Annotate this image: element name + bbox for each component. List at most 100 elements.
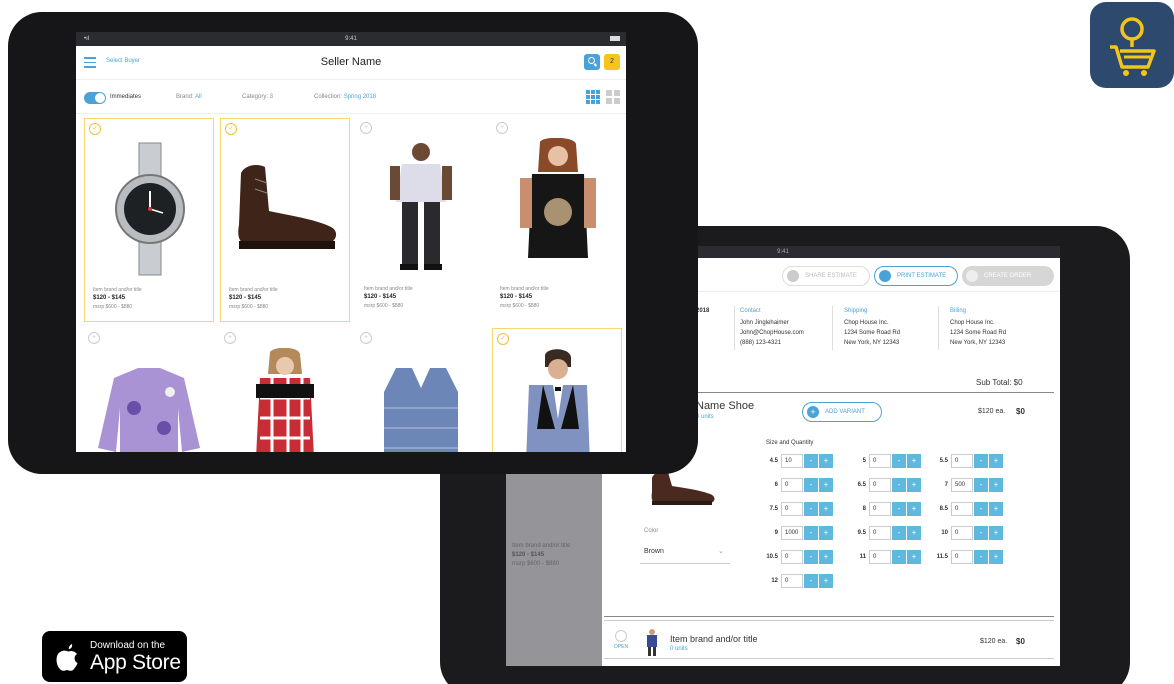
decrement-button[interactable]: -: [892, 550, 906, 564]
category-filter[interactable]: Category: 3: [242, 94, 273, 100]
watch-image: [95, 139, 205, 279]
contact-name: John Jinglehaimer: [740, 320, 789, 326]
dimmed-item-title: Item brand and/or title: [512, 543, 571, 549]
product-card[interactable]: + Item brand and/or title $120 - $145 msrp …: [356, 118, 486, 322]
checkmark-icon[interactable]: ✓: [225, 123, 237, 135]
decrement-button[interactable]: -: [892, 478, 906, 492]
item-row-line-total: $0: [1016, 637, 1025, 646]
product-card[interactable]: ✓ Item brand and/or title $120 - $145 msrp …: [220, 118, 350, 322]
product-card[interactable]: +: [84, 328, 214, 452]
decrement-button[interactable]: -: [804, 454, 818, 468]
share-estimate-button[interactable]: SHARE ESTIMATE: [782, 266, 870, 286]
decrement-button[interactable]: -: [804, 502, 818, 516]
order-date-text: 2018: [696, 308, 710, 314]
checkmark-icon[interactable]: ✓: [89, 123, 101, 135]
decrement-button[interactable]: -: [974, 502, 988, 516]
decrement-button[interactable]: -: [892, 454, 906, 468]
increment-button[interactable]: +: [819, 550, 833, 564]
decrement-button[interactable]: -: [804, 478, 818, 492]
increment-button[interactable]: +: [819, 502, 833, 516]
quantity-input[interactable]: 0: [951, 454, 973, 468]
quantity-input[interactable]: 0: [951, 526, 973, 540]
create-order-button[interactable]: CREATE ORDER: [962, 266, 1054, 286]
select-circle-icon[interactable]: +: [360, 122, 372, 134]
decrement-button[interactable]: -: [974, 550, 988, 564]
decrement-button[interactable]: -: [804, 574, 818, 588]
quantity-input[interactable]: 1000: [781, 526, 803, 540]
quantity-input[interactable]: 0: [951, 550, 973, 564]
quantity-input[interactable]: 10: [781, 454, 803, 468]
size-quantity-cell: 5.5 0- +: [934, 452, 1003, 470]
size-quantity-cell: 11 0- +: [852, 548, 921, 566]
cart-count-badge[interactable]: 2: [604, 54, 620, 70]
add-variant-button[interactable]: + ADD VARIANT: [802, 402, 882, 422]
billing-block: Billing Chop House Inc. 1234 Some Road R…: [950, 306, 1006, 348]
increment-button[interactable]: +: [819, 574, 833, 588]
decrement-button[interactable]: -: [892, 526, 906, 540]
quantity-input[interactable]: 0: [781, 550, 803, 564]
open-toggle[interactable]: OPEN: [610, 630, 632, 656]
billing-company: Chop House Inc.: [950, 320, 995, 326]
select-circle-icon[interactable]: +: [88, 332, 100, 344]
size-label: 4.5: [769, 458, 778, 464]
brand-filter[interactable]: Brand: All: [176, 94, 202, 100]
increment-button[interactable]: +: [907, 526, 921, 540]
product-card[interactable]: +: [220, 328, 350, 452]
quantity-input[interactable]: 500: [951, 478, 973, 492]
decrement-button[interactable]: -: [974, 478, 988, 492]
quantity-input[interactable]: 0: [781, 478, 803, 492]
quantity-input[interactable]: 0: [869, 550, 891, 564]
collection-filter[interactable]: Collection: Spring 2018: [314, 94, 376, 100]
product-card[interactable]: ✓ Item brand and/or title $120 - $145 msrp …: [84, 118, 214, 322]
increment-button[interactable]: +: [907, 478, 921, 492]
increment-button[interactable]: +: [989, 502, 1003, 516]
increment-button[interactable]: +: [989, 478, 1003, 492]
quantity-input[interactable]: 0: [951, 502, 973, 516]
product-price: $120 - $145: [229, 295, 262, 301]
sweater-vest-image: [366, 348, 476, 452]
quantity-input[interactable]: 0: [869, 478, 891, 492]
signal-icon: •ıl: [84, 36, 90, 42]
print-estimate-button[interactable]: PRINT ESTIMATE: [874, 266, 958, 286]
increment-button[interactable]: +: [819, 478, 833, 492]
increment-button[interactable]: +: [819, 526, 833, 540]
search-button[interactable]: [584, 54, 600, 70]
product-card[interactable]: ✓: [492, 328, 622, 452]
decrement-button[interactable]: -: [974, 454, 988, 468]
decrement-button[interactable]: -: [804, 526, 818, 540]
shipping-city: New York, NY 12343: [844, 340, 900, 346]
product-card[interactable]: +: [356, 328, 486, 452]
select-circle-icon[interactable]: +: [360, 332, 372, 344]
increment-button[interactable]: +: [989, 454, 1003, 468]
product-price-each: $120 ea.: [978, 408, 1006, 415]
increment-button[interactable]: +: [907, 454, 921, 468]
brand-filter-value: All: [195, 94, 202, 100]
large-view-icon[interactable]: [606, 90, 620, 104]
increment-button[interactable]: +: [907, 502, 921, 516]
immediate-toggle[interactable]: [84, 92, 106, 104]
quantity-input[interactable]: 0: [869, 526, 891, 540]
quantity-input[interactable]: 0: [781, 502, 803, 516]
quantity-input[interactable]: 0: [869, 454, 891, 468]
product-card[interactable]: + Item brand and/or title $120 - $145 msrp …: [492, 118, 622, 322]
app-store-badge[interactable]: Download on the App Store: [42, 631, 187, 682]
select-circle-icon[interactable]: +: [224, 332, 236, 344]
quantity-input[interactable]: 0: [869, 502, 891, 516]
size-quantity-cell: 12 0- +: [764, 572, 833, 590]
man-tshirt-image: [366, 138, 476, 278]
quantity-input[interactable]: 0: [781, 574, 803, 588]
increment-button[interactable]: +: [989, 550, 1003, 564]
increment-button[interactable]: +: [989, 526, 1003, 540]
select-circle-icon[interactable]: +: [496, 122, 508, 134]
plaid-shirt-image: [230, 347, 340, 452]
decrement-button[interactable]: -: [804, 550, 818, 564]
color-select[interactable]: Brown ⌄: [640, 542, 730, 564]
page-title: Seller Name: [320, 56, 382, 68]
grid-view-icon[interactable]: [586, 90, 600, 104]
increment-button[interactable]: +: [907, 550, 921, 564]
decrement-button[interactable]: -: [974, 526, 988, 540]
checkmark-icon[interactable]: ✓: [497, 333, 509, 345]
increment-button[interactable]: +: [819, 454, 833, 468]
decrement-button[interactable]: -: [892, 502, 906, 516]
color-value: Brown: [644, 548, 664, 555]
